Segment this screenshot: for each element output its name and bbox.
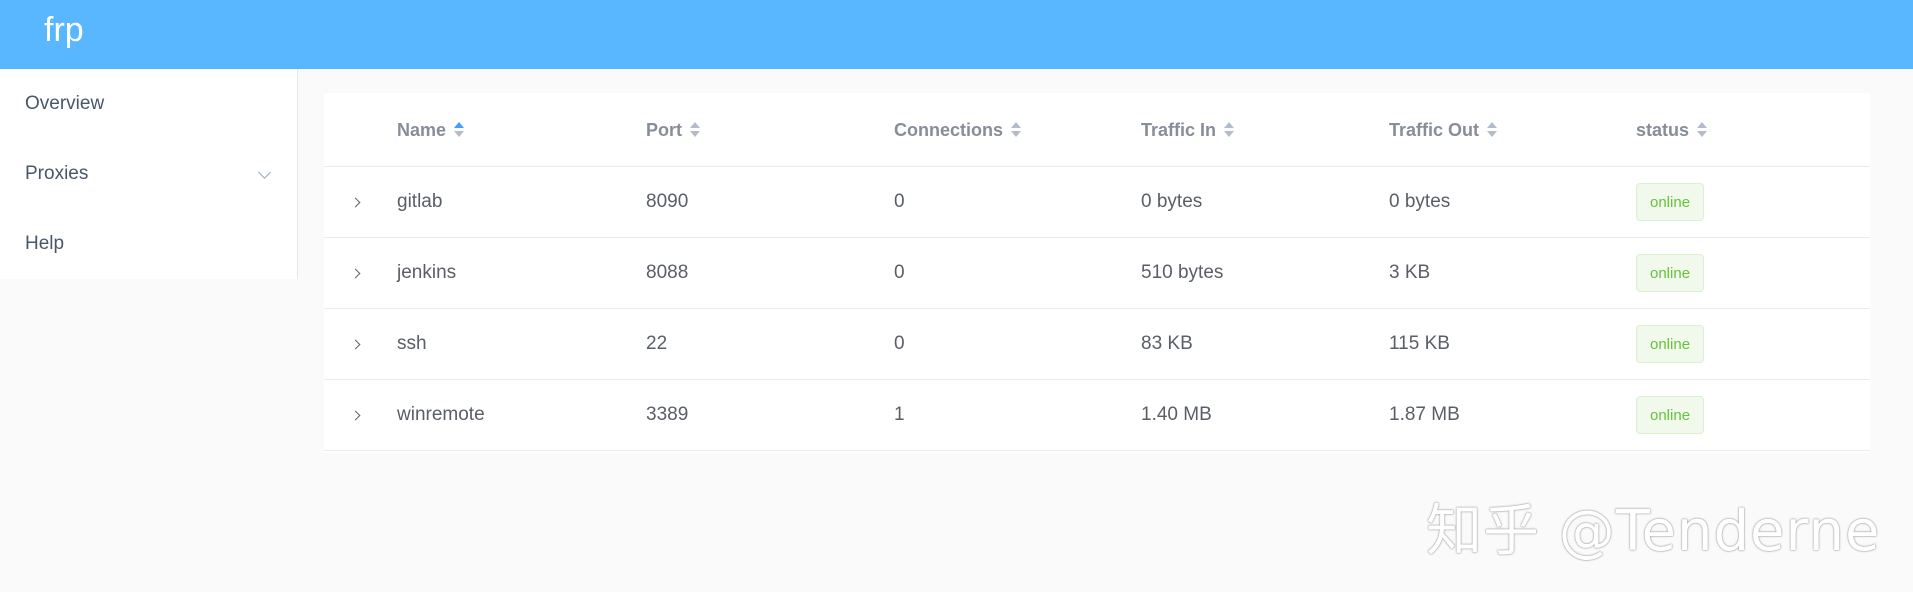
sort-caret-icon[interactable] <box>453 121 465 139</box>
table-row[interactable]: winremote 3389 1 1.40 MB 1.87 MB online <box>324 380 1870 451</box>
column-header-status[interactable]: status <box>1636 93 1708 167</box>
cell-port: 8088 <box>646 262 689 283</box>
sidebar-item-overview[interactable]: Overview <box>0 69 297 139</box>
sidebar-item-help[interactable]: Help <box>0 209 297 279</box>
sort-caret-icon[interactable] <box>1696 121 1708 139</box>
cell-name: gitlab <box>397 191 443 212</box>
cell-connections: 0 <box>894 262 905 283</box>
cell-traffic-out: 1.87 MB <box>1389 404 1460 425</box>
sidebar-menu: Overview Proxies Help <box>0 69 298 279</box>
sort-caret-icon[interactable] <box>1486 121 1498 139</box>
status-badge: online <box>1636 254 1705 292</box>
app-root: frp Overview Proxies Help Name Port Conn… <box>0 0 1913 592</box>
cell-traffic-out: 115 KB <box>1389 333 1450 354</box>
column-header-traffic-in[interactable]: Traffic In <box>1141 93 1235 167</box>
status-badge: online <box>1636 325 1705 363</box>
sort-caret-icon[interactable] <box>1223 121 1235 139</box>
expand-row-icon[interactable] <box>348 406 366 424</box>
table-header: Name Port Connections Traffic In Traffic… <box>324 93 1870 167</box>
sidebar-item-label: Overview <box>25 93 105 114</box>
cell-traffic-in: 1.40 MB <box>1141 404 1212 425</box>
cell-traffic-out: 0 bytes <box>1389 191 1451 212</box>
chevron-down-icon <box>258 166 271 179</box>
column-header-traffic-out[interactable]: Traffic Out <box>1389 93 1498 167</box>
table-row[interactable]: gitlab 8090 0 0 bytes 0 bytes online <box>324 167 1870 238</box>
cell-name: ssh <box>397 333 427 354</box>
cell-name: winremote <box>397 404 485 425</box>
column-header-name[interactable]: Name <box>397 93 465 167</box>
cell-connections: 0 <box>894 333 905 354</box>
proxies-table: Name Port Connections Traffic In Traffic… <box>324 93 1870 453</box>
table-row[interactable]: jenkins 8088 0 510 bytes 3 KB online <box>324 238 1870 309</box>
cell-traffic-in: 510 bytes <box>1141 262 1224 283</box>
watermark-text: 知乎 @Tenderne <box>1426 499 1881 564</box>
cell-traffic-out: 3 KB <box>1389 262 1431 283</box>
top-header: frp <box>0 0 1913 69</box>
sidebar-item-proxies[interactable]: Proxies <box>0 139 297 209</box>
cell-connections: 1 <box>894 404 905 425</box>
brand-logo[interactable]: frp <box>44 10 84 50</box>
expand-row-icon[interactable] <box>348 335 366 353</box>
cell-port: 3389 <box>646 404 689 425</box>
status-badge: online <box>1636 396 1705 434</box>
sort-caret-icon[interactable] <box>689 121 701 139</box>
cell-name: jenkins <box>397 262 457 283</box>
cell-traffic-in: 0 bytes <box>1141 191 1203 212</box>
expand-row-icon[interactable] <box>348 264 366 282</box>
cell-traffic-in: 83 KB <box>1141 333 1193 354</box>
sidebar-item-label: Help <box>25 233 65 254</box>
sidebar-item-label: Proxies <box>25 163 89 184</box>
cell-port: 22 <box>646 333 668 354</box>
cell-connections: 0 <box>894 191 905 212</box>
column-header-connections[interactable]: Connections <box>894 93 1022 167</box>
status-badge: online <box>1636 183 1705 221</box>
column-header-port[interactable]: Port <box>646 93 701 167</box>
sort-caret-icon[interactable] <box>1010 121 1022 139</box>
expand-row-icon[interactable] <box>348 193 366 211</box>
table-row[interactable]: ssh 22 0 83 KB 115 KB online <box>324 309 1870 380</box>
cell-port: 8090 <box>646 191 689 212</box>
